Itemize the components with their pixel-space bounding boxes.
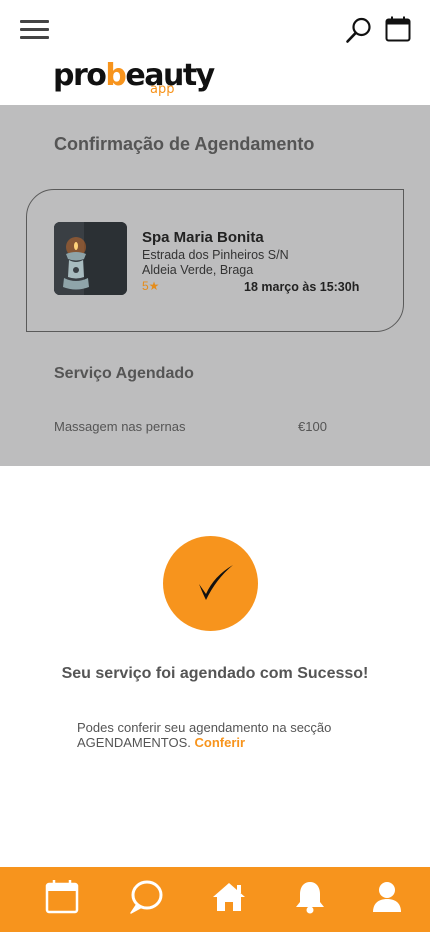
spa-card[interactable]: Spa Maria Bonita Estrada dos Pinheiros S… (26, 189, 404, 332)
nav-bell-icon[interactable] (292, 879, 328, 915)
success-badge (163, 536, 258, 631)
hamburger-menu-icon[interactable] (20, 18, 49, 40)
search-icon[interactable] (345, 16, 373, 44)
app-header: probeauty app (0, 0, 430, 105)
success-message: Seu serviço foi agendado com Sucesso! (61, 665, 369, 682)
calendar-icon[interactable] (385, 16, 411, 42)
conferir-link[interactable]: Conferir (195, 735, 246, 750)
spa-rating: 5★ (142, 279, 160, 293)
info-text: Podes conferir seu agendamento na secção… (77, 720, 367, 750)
appointment-date: 18 março às 15:30h (244, 280, 360, 294)
bottom-nav (0, 867, 430, 932)
spa-address: Estrada dos Pinheiros S/N Aldeia Verde, … (142, 248, 289, 278)
logo-wordmark: probeauty (53, 58, 215, 93)
nav-home-icon[interactable] (211, 879, 247, 915)
spa-address-line2: Aldeia Verde, Braga (142, 263, 254, 277)
logo-subtitle: app (150, 82, 175, 97)
spa-name: Spa Maria Bonita (142, 229, 264, 246)
nav-calendar-icon[interactable] (44, 879, 80, 915)
spa-thumbnail (54, 222, 127, 295)
checkmark-icon (199, 565, 233, 600)
service-price: €100 (298, 419, 327, 434)
service-section-title: Serviço Agendado (54, 365, 194, 382)
page-title: Confirmação de Agendamento (54, 134, 315, 154)
nav-user-icon[interactable] (369, 879, 405, 915)
nav-chat-icon[interactable] (128, 879, 164, 915)
service-name: Massagem nas pernas (54, 419, 186, 434)
probeauty-logo[interactable]: probeauty app (53, 56, 215, 102)
confirmation-panel: Confirmação de Agendamento Spa Maria Bon… (0, 105, 430, 466)
spa-address-line1: Estrada dos Pinheiros S/N (142, 248, 289, 262)
